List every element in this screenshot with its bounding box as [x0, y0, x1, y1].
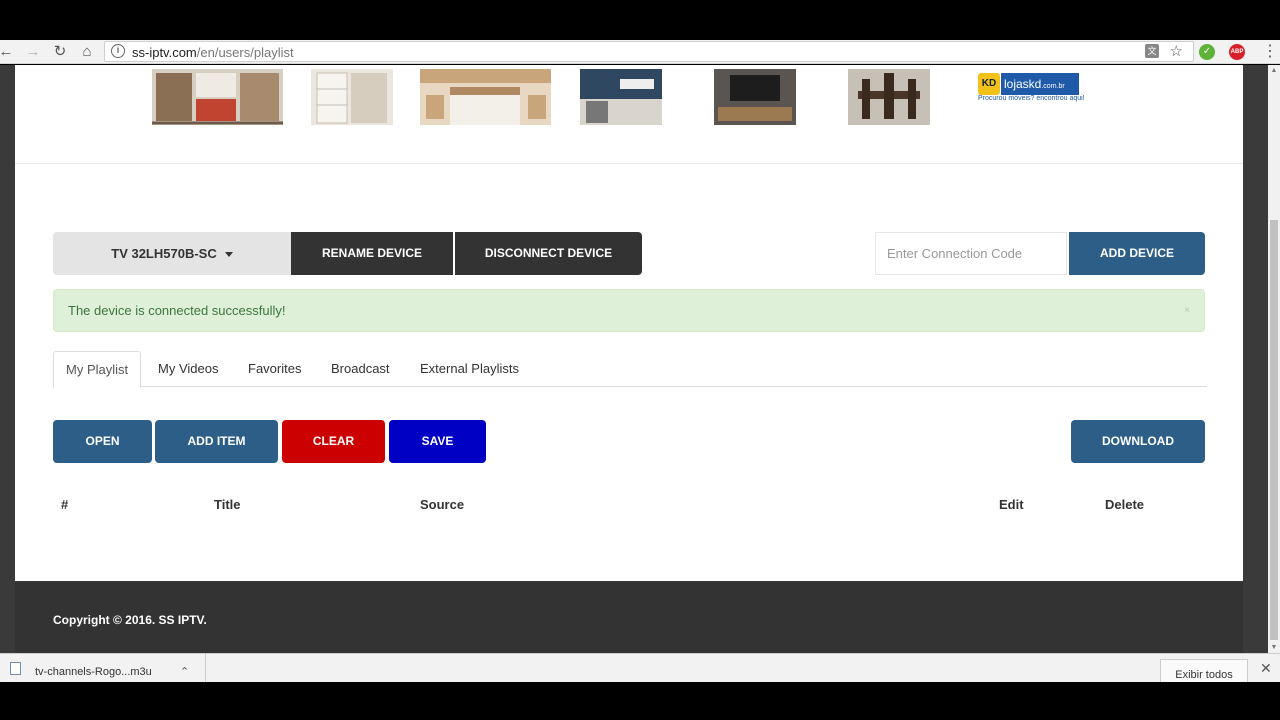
- browser-menu-icon[interactable]: ⋮: [1262, 42, 1278, 62]
- add-device-button[interactable]: ADD DEVICE: [1069, 232, 1205, 275]
- column-header-delete: Delete: [1105, 497, 1145, 512]
- scroll-down-icon[interactable]: ▼: [1268, 644, 1280, 651]
- header-divider: [15, 163, 1243, 164]
- logo-text: lojaskd: [1004, 77, 1042, 91]
- logo-main: lojaskd.com.br: [1001, 73, 1079, 95]
- open-button[interactable]: OPEN: [53, 420, 152, 463]
- column-header-title: Title: [214, 497, 241, 512]
- logo-badge: KD: [978, 73, 1000, 95]
- ad-tv-stand-image[interactable]: [714, 69, 796, 125]
- download-button[interactable]: DOWNLOAD: [1071, 420, 1205, 463]
- page-content: KD lojaskd.com.br Procurou móveis? encon…: [15, 65, 1243, 581]
- address-bar[interactable]: i ss-iptv.com/en/users/playlist 文 ☆: [104, 41, 1194, 62]
- url-text[interactable]: ss-iptv.com/en/users/playlist: [132, 45, 294, 60]
- back-icon[interactable]: ←: [0, 42, 16, 62]
- connection-code-input[interactable]: [875, 232, 1067, 275]
- extension-green-icon[interactable]: ✓: [1199, 44, 1215, 60]
- ad-kitchen-image[interactable]: [580, 69, 662, 125]
- close-icon[interactable]: ✕: [1260, 660, 1272, 677]
- clear-button[interactable]: CLEAR: [282, 420, 385, 463]
- close-icon[interactable]: ×: [1184, 305, 1190, 317]
- ad-bedroom-image[interactable]: [420, 69, 551, 125]
- ad-closet-image[interactable]: [152, 69, 283, 125]
- tab-my-playlist[interactable]: My Playlist: [53, 351, 142, 388]
- tab-external-playlists[interactable]: External Playlists: [408, 351, 531, 387]
- ad-shelf-image[interactable]: [311, 69, 393, 125]
- column-header-edit: Edit: [999, 497, 1024, 512]
- download-filename: tv-channels-Rogo...m3u: [35, 666, 152, 678]
- column-header-source: Source: [420, 497, 465, 512]
- chevron-up-icon[interactable]: ⌃: [180, 665, 189, 678]
- device-selected-label: TV 32LH570B-SC: [111, 246, 217, 261]
- letterbox-bottom: [0, 682, 1280, 720]
- page-footer: Copyright © 2016. SS IPTV.: [15, 582, 1243, 653]
- forward-icon[interactable]: →: [23, 42, 43, 62]
- copyright-text: Copyright © 2016. SS IPTV.: [53, 613, 207, 627]
- tab-broadcast[interactable]: Broadcast: [319, 351, 402, 387]
- disconnect-device-button[interactable]: DISCONNECT DEVICE: [455, 232, 642, 275]
- rename-device-button[interactable]: RENAME DEVICE: [291, 232, 453, 275]
- downloads-bar: tv-channels-Rogo...m3u ⌃ Exibir todos ✕: [0, 653, 1280, 683]
- column-header-number: #: [61, 497, 69, 512]
- logo-suffix: .com.br: [1041, 83, 1065, 90]
- device-dropdown[interactable]: TV 32LH570B-SC: [53, 232, 291, 275]
- download-item[interactable]: tv-channels-Rogo...m3u ⌃: [10, 654, 206, 683]
- adblock-icon[interactable]: ABP: [1229, 44, 1245, 60]
- add-item-button[interactable]: ADD ITEM: [155, 420, 278, 463]
- home-icon[interactable]: ⌂: [77, 42, 97, 62]
- show-all-downloads-button[interactable]: Exibir todos: [1160, 659, 1248, 683]
- lojaskd-logo[interactable]: KD lojaskd.com.br Procurou móveis? encon…: [978, 71, 1085, 103]
- caret-down-icon: [224, 252, 233, 258]
- scroll-up-icon[interactable]: ▲: [1268, 67, 1280, 74]
- logo-tagline: Procurou móveis? encontrou aqui!: [978, 95, 1085, 102]
- browser-toolbar: ← → ↻ ⌂ i ss-iptv.com/en/users/playlist …: [0, 40, 1280, 64]
- success-alert: The device is connected successfully! ×: [53, 289, 1205, 332]
- scroll-thumb[interactable]: [1270, 220, 1278, 640]
- ad-dining-image[interactable]: [848, 69, 930, 125]
- tab-my-videos[interactable]: My Videos: [146, 351, 230, 387]
- page-viewport: KD lojaskd.com.br Procurou móveis? encon…: [0, 65, 1280, 653]
- tab-favorites[interactable]: Favorites: [236, 351, 313, 387]
- info-icon[interactable]: i: [111, 44, 125, 58]
- alert-message: The device is connected successfully!: [68, 303, 286, 318]
- page-scrollbar[interactable]: ▲ ▼: [1268, 65, 1280, 653]
- url-host: ss-iptv.com: [132, 45, 197, 60]
- reload-icon[interactable]: ↻: [50, 42, 70, 62]
- playlist-tabs: My Playlist My Videos Favorites Broadcas…: [53, 351, 1207, 388]
- letterbox-top: [0, 0, 1280, 40]
- ad-banner[interactable]: KD lojaskd.com.br Procurou móveis? encon…: [152, 69, 1092, 125]
- file-icon: [10, 662, 21, 675]
- bookmark-star-icon[interactable]: ☆: [1170, 42, 1183, 60]
- save-button[interactable]: SAVE: [389, 420, 486, 463]
- translate-icon[interactable]: 文: [1145, 44, 1159, 58]
- url-path: /en/users/playlist: [196, 45, 294, 60]
